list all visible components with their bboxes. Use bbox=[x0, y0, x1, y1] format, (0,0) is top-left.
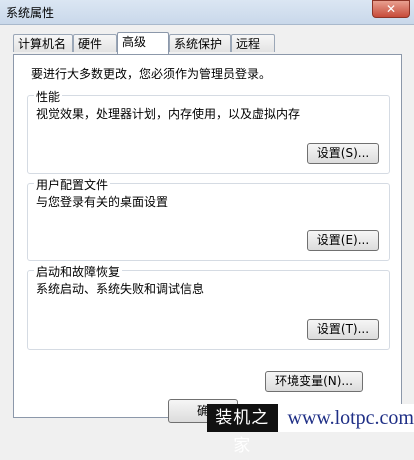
performance-settings-button[interactable]: 设置(S)... bbox=[307, 143, 379, 164]
user-profile-group: 用户配置文件 与您登录有关的桌面设置 设置(E)... bbox=[27, 176, 390, 261]
performance-description: 视觉效果，处理器计划，内存使用，以及虚拟内存 bbox=[36, 107, 301, 121]
close-button[interactable]: ✕ bbox=[372, 0, 410, 18]
startup-recovery-description: 系统启动、系统失败和调试信息 bbox=[36, 282, 205, 296]
tab-advanced[interactable]: 高级 bbox=[117, 32, 169, 54]
watermark: 装机之家 www.lotpc.com bbox=[207, 404, 414, 456]
performance-group: 性能 视觉效果，处理器计划，内存使用，以及虚拟内存 设置(S)... bbox=[27, 88, 390, 174]
watermark-url: www.lotpc.com bbox=[287, 407, 414, 429]
tab-remote[interactable]: 远程 bbox=[231, 34, 275, 52]
dialog-body: 计算机名 硬件 高级 系统保护 远程 要进行大多数更改，您必须作为管理员登录。 … bbox=[0, 25, 414, 432]
startup-recovery-settings-button[interactable]: 设置(T)... bbox=[307, 319, 379, 340]
watermark-logo: 装机之家 bbox=[207, 404, 278, 456]
user-profile-description: 与您登录有关的桌面设置 bbox=[36, 195, 169, 209]
user-profile-settings-button[interactable]: 设置(E)... bbox=[307, 230, 379, 251]
window-title: 系统属性 bbox=[6, 6, 55, 20]
tab-panel: 要进行大多数更改，您必须作为管理员登录。 性能 视觉效果，处理器计划，内存使用，… bbox=[13, 54, 402, 418]
user-profile-title: 用户配置文件 bbox=[34, 176, 111, 193]
title-bar: 系统属性 ✕ bbox=[0, 0, 414, 25]
tab-hardware[interactable]: 硬件 bbox=[73, 34, 117, 52]
tab-system-protection[interactable]: 系统保护 bbox=[169, 34, 231, 52]
tab-computer-name[interactable]: 计算机名 bbox=[13, 34, 73, 52]
performance-title: 性能 bbox=[34, 88, 63, 105]
close-icon: ✕ bbox=[385, 2, 397, 16]
admin-notice: 要进行大多数更改，您必须作为管理员登录。 bbox=[31, 67, 272, 81]
startup-recovery-group: 启动和故障恢复 系统启动、系统失败和调试信息 设置(T)... bbox=[27, 263, 390, 350]
startup-recovery-title: 启动和故障恢复 bbox=[34, 263, 123, 280]
environment-variables-button[interactable]: 环境变量(N)... bbox=[265, 371, 363, 392]
